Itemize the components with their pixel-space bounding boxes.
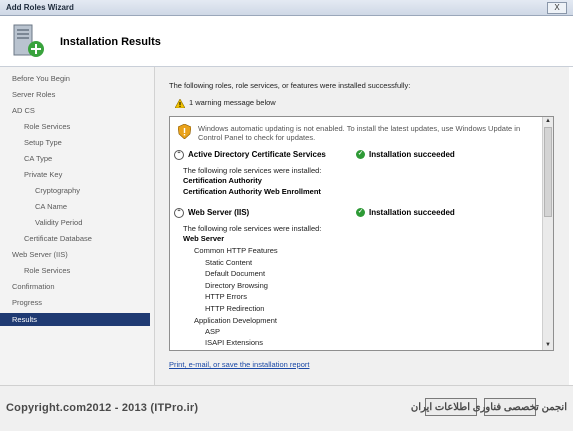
shield-warning-icon [177, 123, 192, 141]
server-add-icon [10, 21, 46, 61]
step-results[interactable]: Results [0, 313, 150, 326]
iis-feature: HTTP Redirection [205, 304, 265, 313]
step-validity-period[interactable]: Validity Period [35, 216, 82, 229]
iis-group: Common HTTP Features [194, 246, 278, 255]
step-web-server-iis[interactable]: Web Server (IIS) [12, 248, 68, 261]
step-cryptography[interactable]: Cryptography [35, 184, 80, 197]
section-iis-status: ✓ Installation succeeded [356, 208, 455, 218]
section-adcs-status-text: Installation succeeded [369, 150, 455, 159]
wizard-steps-sidebar: Before You Begin Server Roles AD CS Role… [0, 67, 155, 385]
warning-icon [174, 97, 186, 108]
copyright-watermark: Copyright.com2012 - 2013 (ITPro.ir) [6, 402, 199, 414]
step-progress[interactable]: Progress [12, 296, 42, 309]
step-private-key[interactable]: Private Key [24, 168, 62, 181]
section-adcs-name: Active Directory Certificate Services [188, 150, 326, 160]
iis-feature: Directory Browsing [205, 281, 268, 290]
section-iis-header[interactable]: ⌃ Web Server (IIS) [174, 208, 249, 218]
page-title: Installation Results [60, 36, 161, 48]
step-confirmation[interactable]: Confirmation [12, 280, 55, 293]
collapse-icon[interactable]: ⌃ [174, 208, 184, 218]
section-adcs-header[interactable]: ⌃ Active Directory Certificate Services [174, 150, 326, 160]
step-ca-name[interactable]: CA Name [35, 200, 67, 213]
adcs-service: Certification Authority Web Enrollment [183, 187, 321, 196]
results-panel[interactable]: Windows automatic updating is not enable… [169, 116, 554, 351]
installation-report-link[interactable]: Print, e-mail, or save the installation … [169, 360, 309, 369]
iis-feature: Static Content [205, 258, 253, 267]
scroll-up-icon[interactable]: ▲ [543, 117, 553, 126]
wizard-header: Installation Results [0, 16, 573, 67]
title-bar: Add Roles Wizard X [0, 0, 573, 16]
iis-root: Web Server [183, 234, 225, 243]
success-icon: ✓ [356, 150, 365, 160]
step-ad-cs[interactable]: AD CS [12, 104, 35, 117]
close-button[interactable]: X [547, 2, 567, 14]
step-before-you-begin[interactable]: Before You Begin [12, 72, 70, 85]
section-iis-name: Web Server (IIS) [188, 208, 250, 218]
warning-text-line2: Control Panel to check for updates. [198, 133, 316, 142]
main-content: The following roles, role services, or f… [155, 67, 569, 385]
results-intro: The following roles, role services, or f… [169, 81, 411, 90]
persian-watermark: انجمن تخصصی فناوری اطلاعات ایران [410, 402, 567, 413]
scroll-thumb[interactable] [544, 127, 552, 217]
iis-intro: The following role services were install… [183, 224, 322, 233]
warning-text-line1: Windows automatic updating is not enable… [198, 124, 521, 133]
step-setup-type[interactable]: Setup Type [24, 136, 62, 149]
iis-feature: Default Document [205, 269, 266, 278]
scroll-down-icon[interactable]: ▼ [543, 341, 553, 350]
adcs-intro: The following role services were install… [183, 166, 322, 175]
iis-feature: ASP [205, 327, 221, 336]
iis-feature: HTTP Errors [205, 292, 247, 301]
window-title: Add Roles Wizard [6, 3, 74, 12]
warning-count: 1 warning message below [189, 98, 276, 107]
step-ca-type[interactable]: CA Type [24, 152, 52, 165]
section-iis-status-text: Installation succeeded [369, 208, 455, 217]
step-role-services[interactable]: Role Services [24, 120, 70, 133]
vertical-scrollbar[interactable]: ▲ ▼ [542, 117, 553, 350]
step-iis-role-services[interactable]: Role Services [24, 264, 70, 277]
iis-feature: ISAPI Extensions [205, 338, 263, 347]
section-adcs-status: ✓ Installation succeeded [356, 150, 455, 160]
warning-summary: 1 warning message below [174, 97, 276, 108]
collapse-icon[interactable]: ⌃ [174, 150, 184, 160]
adcs-service: Certification Authority [183, 176, 262, 185]
iis-group: Application Development [194, 316, 277, 325]
step-server-roles[interactable]: Server Roles [12, 88, 55, 101]
step-certificate-database[interactable]: Certificate Database [24, 232, 92, 245]
success-icon: ✓ [356, 208, 365, 218]
